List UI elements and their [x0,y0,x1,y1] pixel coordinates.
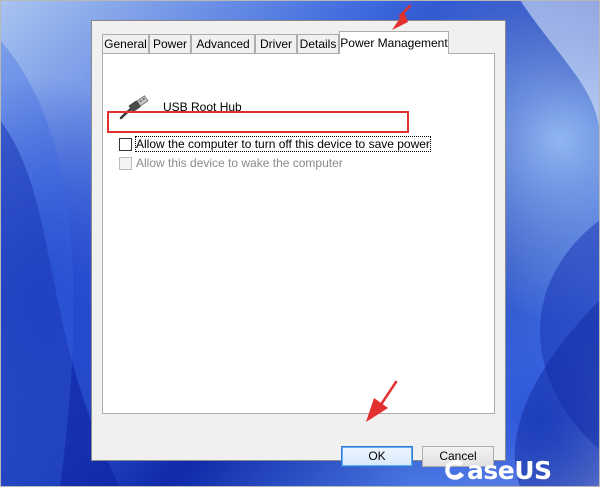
tab-details[interactable]: Details [297,34,339,53]
tab-driver[interactable]: Driver [255,34,297,53]
easeus-wordmark: aseUS [467,455,552,485]
usb-root-hub-properties-dialog: General Power Advanced Driver Details Po… [91,20,506,467]
ok-button[interactable]: OK [341,446,413,467]
tab-general[interactable]: General [102,34,149,53]
easeus-logo-icon [445,459,464,480]
easeus-watermark: aseUS [442,455,552,485]
tab-power-management[interactable]: Power Management [339,31,449,54]
tab-advanced[interactable]: Advanced [191,34,255,53]
device-name: USB Root Hub [163,100,242,114]
tab-power[interactable]: Power [149,34,191,53]
allow-wake-checkbox [119,156,132,170]
allow-turn-off-option[interactable]: Allow the computer to turn off this devi… [119,136,431,152]
power-management-panel: USB Root Hub Allow the computer to turn … [102,53,495,414]
allow-turn-off-checkbox[interactable] [119,137,132,151]
allow-wake-option: Allow this device to wake the computer [119,155,343,171]
usb-cable-icon [119,95,149,120]
allow-turn-off-label[interactable]: Allow the computer to turn off this devi… [135,136,431,152]
allow-wake-label: Allow this device to wake the computer [136,156,343,170]
